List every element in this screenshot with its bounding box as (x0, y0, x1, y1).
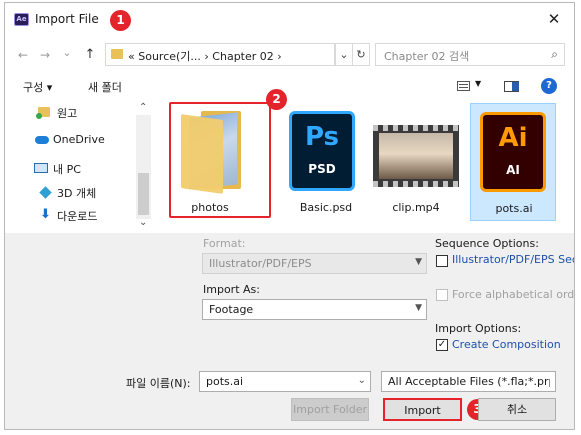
file-item-clip-mp4[interactable]: clip.mp4 (373, 103, 459, 221)
sequence-checkbox[interactable] (436, 255, 448, 267)
after-effects-app-icon: Ae (14, 13, 29, 26)
scrollbar-thumb[interactable] (138, 173, 149, 215)
breadcrumb[interactable]: « Source(기... › Chapter 02 › (128, 48, 282, 64)
onedrive-cloud-icon (35, 136, 49, 144)
file-item-pots-ai-selected[interactable]: Ai AI pots.ai (470, 103, 556, 221)
photoshop-icon-text: Ps (304, 122, 340, 152)
title-bar: Ae Import File 1 ✕ (5, 3, 574, 37)
computer-icon (34, 163, 48, 173)
folder-icon (111, 49, 123, 59)
file-name: pots.ai (495, 202, 533, 215)
file-item-basic-psd[interactable]: Ps PSD Basic.psd (283, 103, 369, 221)
sidebar-scrollbar[interactable] (136, 115, 151, 219)
close-icon[interactable]: ✕ (543, 9, 565, 29)
import-as-select-value: Footage (209, 303, 254, 316)
window-title: Import File (35, 12, 99, 26)
import-button[interactable]: Import (383, 398, 462, 421)
preview-pane-icon[interactable] (504, 81, 519, 92)
illustrator-icon-text: Ai (498, 123, 528, 153)
search-icon: ⌕ (551, 47, 558, 61)
create-composition-label: Create Composition (452, 338, 561, 351)
recent-locations-chevron-icon[interactable]: ⌄ (59, 45, 75, 61)
import-as-label: Import As: (203, 283, 260, 296)
back-arrow-icon[interactable]: ← (15, 47, 31, 63)
file-type-filter-value: All Acceptable Files (*.fla;*.prpr (388, 375, 550, 388)
sidebar-item-downloads[interactable]: 다운로드 (57, 208, 97, 224)
filename-input[interactable]: pots.ai ⌄ (199, 371, 371, 392)
search-input[interactable]: Chapter 02 검색 ⌕ (375, 43, 565, 66)
sequence-options-label: Sequence Options: (435, 237, 539, 250)
format-label: Format: (203, 237, 246, 250)
import-options-label: Import Options: (435, 322, 522, 335)
new-folder-button[interactable]: 새 폴더 (88, 79, 122, 95)
import-as-select[interactable]: Footage ▼ (202, 299, 427, 320)
sidebar-item-onedrive[interactable]: OneDrive (53, 133, 105, 146)
chevron-down-icon: ▼ (415, 257, 422, 267)
help-icon[interactable]: ? (541, 78, 557, 94)
3d-objects-icon (39, 186, 52, 199)
search-placeholder: Chapter 02 검색 (384, 50, 470, 63)
file-type-filter-select[interactable]: All Acceptable Files (*.fla;*.prpr (381, 371, 556, 392)
callout-badge-1: 1 (110, 10, 131, 31)
up-arrow-icon[interactable]: ↑ (82, 47, 98, 63)
force-alphabetical-label: Force alphabetical order (452, 288, 575, 301)
navigation-pane: ⌃ ⌄ 원고 OneDrive 내 PC 3D 개체 ⬇ 다운로드 (5, 99, 153, 233)
chevron-down-icon[interactable]: ⌄ (358, 375, 366, 386)
format-select-value: Illustrator/PDF/EPS (209, 257, 312, 270)
view-dropdown-icon[interactable]: ▼ (475, 79, 481, 88)
force-alphabetical-checkbox (436, 289, 448, 301)
psd-extension-label: PSD (308, 162, 336, 176)
forward-arrow-icon[interactable]: → (37, 47, 53, 63)
photoshop-file-icon: Ps PSD (289, 111, 355, 191)
chevron-down-icon: ▼ (415, 303, 422, 313)
download-arrow-icon: ⬇ (40, 207, 51, 222)
file-name: Basic.psd (299, 201, 353, 214)
callout-highlight-photos (169, 102, 271, 218)
create-composition-checkbox[interactable]: ✓ (436, 339, 448, 351)
sidebar-item-drafts[interactable]: 원고 (57, 105, 77, 121)
sidebar-item-3d-objects[interactable]: 3D 개체 (57, 185, 96, 201)
command-toolbar: 구성 ▾ 새 폴더 ▼ ? (5, 73, 574, 99)
address-bar[interactable]: « Source(기... › Chapter 02 › (105, 43, 335, 66)
import-folder-button: Import Folder (291, 398, 369, 421)
format-select: Illustrator/PDF/EPS ▼ (202, 253, 427, 274)
import-file-dialog: Ae Import File 1 ✕ ← → ⌄ ↑ « Source(기...… (4, 2, 575, 430)
sidebar-item-this-pc[interactable]: 내 PC (53, 161, 81, 177)
view-options-icon[interactable] (457, 81, 470, 91)
file-list-pane: photos 2 Ps PSD Basic.psd clip.mp4 Ai AI… (155, 89, 574, 233)
address-dropdown-chevron-icon[interactable]: ⌄ (335, 43, 353, 66)
scroll-down-icon[interactable]: ⌄ (139, 217, 147, 228)
filename-input-value: pots.ai (206, 375, 244, 388)
ai-extension-label: AI (506, 163, 520, 177)
scroll-up-icon[interactable]: ⌃ (139, 102, 147, 113)
sequence-checkbox-label: Illustrator/PDF/EPS Sequence (452, 253, 574, 266)
illustrator-file-icon: Ai AI (480, 112, 546, 192)
import-options-panel: Format: Illustrator/PDF/EPS ▼ Import As:… (5, 233, 575, 429)
refresh-icon[interactable]: ↻ (352, 43, 370, 66)
folder-icon (36, 107, 50, 119)
cancel-button[interactable]: 취소 (478, 398, 556, 421)
organize-button[interactable]: 구성 ▾ (23, 79, 52, 95)
filename-label: 파일 이름(N): (126, 377, 191, 390)
file-name: clip.mp4 (392, 201, 440, 214)
video-file-icon (373, 125, 459, 187)
